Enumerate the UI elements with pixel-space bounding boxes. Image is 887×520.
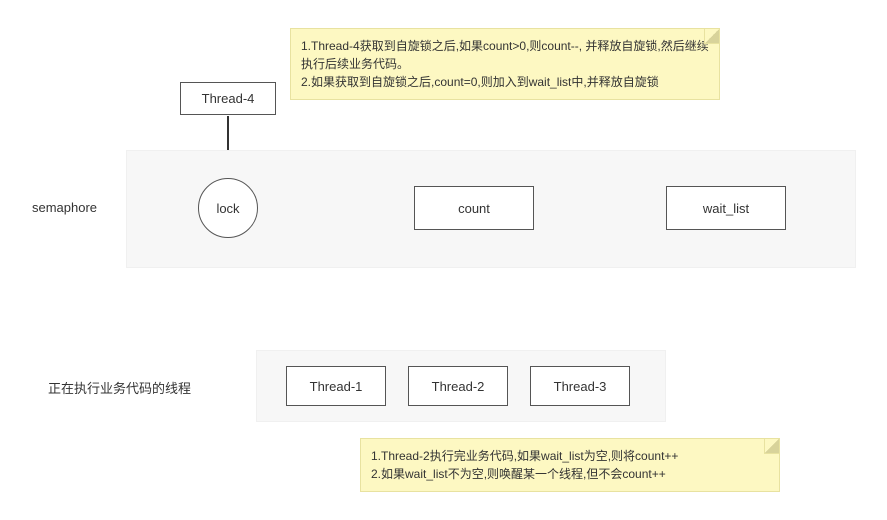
count-box: count [414,186,534,230]
note-bottom-line2: 2.如果wait_list不为空,则唤醒某一个线程,但不会count++ [371,465,769,483]
thread2-box: Thread-2 [408,366,508,406]
count-label: count [458,201,490,216]
thread3-box: Thread-3 [530,366,630,406]
thread2-label: Thread-2 [432,379,485,394]
note-top-line1: 1.Thread-4获取到自旋锁之后,如果count>0,则count--, 并… [301,37,709,73]
note-bottom: 1.Thread-2执行完业务代码,如果wait_list为空,则将count+… [360,438,780,492]
waitlist-label: wait_list [703,201,749,216]
note-top-line2: 2.如果获取到自旋锁之后,count=0,则加入到wait_list中,并释放自… [301,73,709,91]
thread4-label: Thread-4 [202,91,255,106]
running-threads-row: Thread-1 Thread-2 Thread-3 [286,366,630,406]
waitlist-box: wait_list [666,186,786,230]
running-label: 正在执行业务代码的线程 [48,378,191,397]
thread1-box: Thread-1 [286,366,386,406]
note-bottom-line1: 1.Thread-2执行完业务代码,如果wait_list为空,则将count+… [371,447,769,465]
semaphore-label: semaphore [32,200,97,215]
thread4-box: Thread-4 [180,82,276,115]
lock-circle: lock [198,178,258,238]
note-top: 1.Thread-4获取到自旋锁之后,如果count>0,则count--, 并… [290,28,720,100]
lock-label: lock [216,201,239,216]
thread3-label: Thread-3 [554,379,607,394]
thread1-label: Thread-1 [310,379,363,394]
